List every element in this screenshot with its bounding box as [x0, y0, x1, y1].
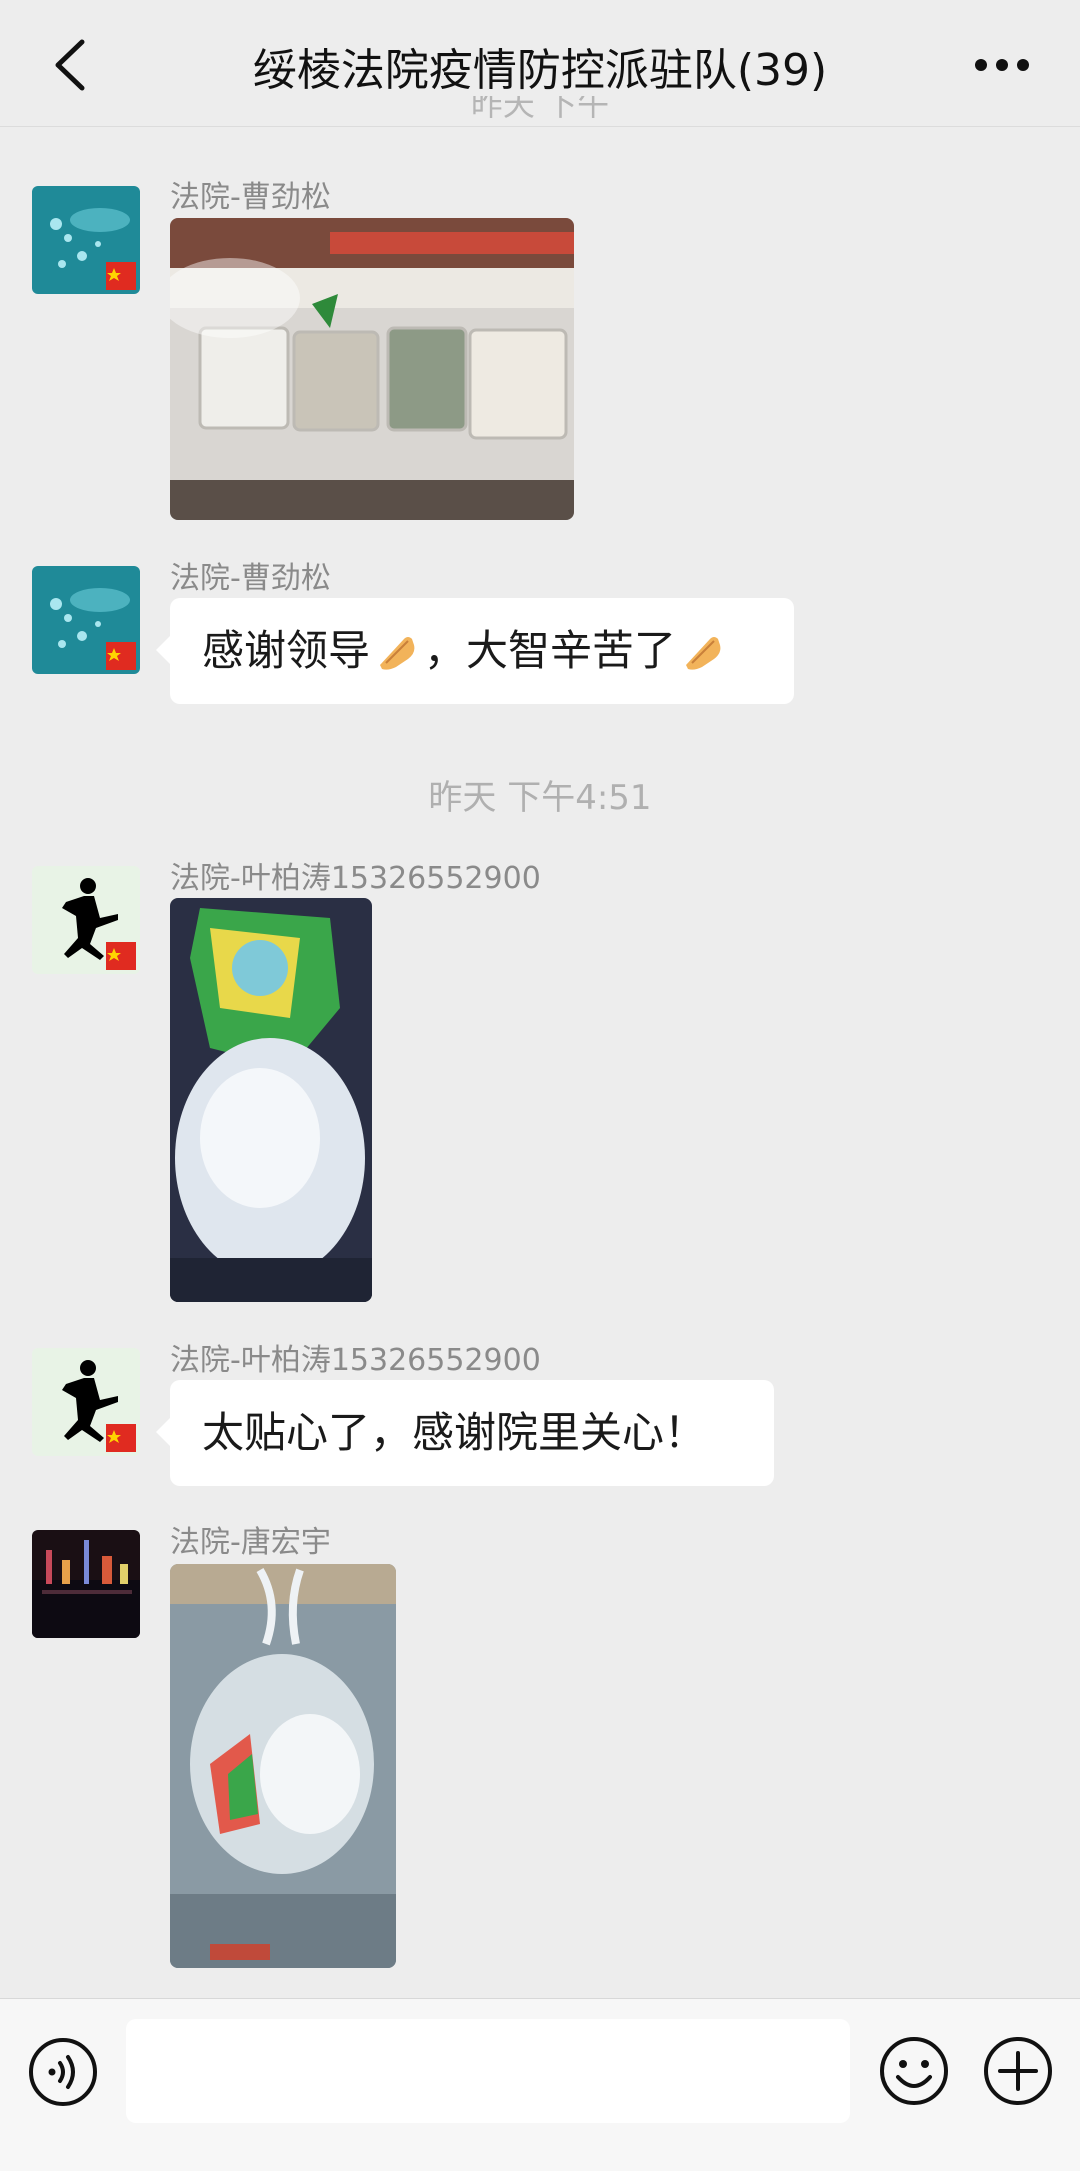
sender-name: 法院-叶柏涛15326552900 — [170, 1343, 541, 1378]
sender-name: 法院-曹劲松 — [170, 180, 331, 215]
message-text: 太贴心了，感谢院里关心！ — [202, 1408, 707, 1457]
avatar-ye[interactable] — [32, 1348, 140, 1456]
chevron-left-icon[interactable] — [48, 38, 92, 92]
avatar-tang[interactable] — [32, 1530, 140, 1638]
sender-name: 法院-叶柏涛15326552900 — [170, 861, 541, 896]
avatar-cao[interactable] — [32, 186, 140, 294]
message-image[interactable] — [170, 1564, 396, 1968]
message-image[interactable] — [170, 218, 574, 520]
plus-icon[interactable] — [982, 2035, 1054, 2107]
voice-icon[interactable] — [28, 2037, 98, 2107]
message-bubble[interactable]: 太贴心了，感谢院里关心！ — [156, 1380, 774, 1486]
timestamp: 昨天 下午4:51 — [428, 778, 652, 818]
message-image[interactable] — [170, 898, 372, 1302]
message-text: 感谢领导 — [202, 626, 371, 675]
message-text: ，大智辛苦了 — [424, 626, 677, 675]
message-bubble[interactable]: 感谢领导 ，大智辛苦了 — [156, 598, 794, 704]
avatar-ye[interactable] — [32, 866, 140, 974]
sender-name: 法院-唐宏宇 — [170, 1525, 331, 1560]
more-dots-icon[interactable] — [974, 58, 1030, 72]
partial-timestamp: 昨天 下午 — [470, 96, 610, 123]
chat-title: 绥棱法院疫情防控派驻队(39) — [252, 45, 828, 96]
sender-name: 法院-曹劲松 — [170, 561, 331, 596]
message-input[interactable] — [126, 2019, 850, 2123]
smile-icon[interactable] — [878, 2035, 950, 2107]
avatar-cao[interactable] — [32, 566, 140, 674]
clap-hands-emoji — [686, 637, 721, 670]
input-bar — [0, 1998, 1080, 2171]
clap-hands-emoji — [380, 637, 415, 670]
